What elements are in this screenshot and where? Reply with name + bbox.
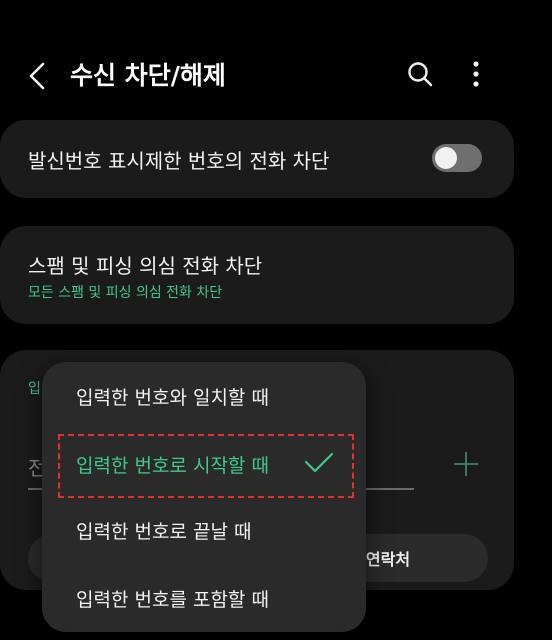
number-entry-label: 입 [28, 381, 41, 397]
switch-knob [435, 147, 457, 169]
more-vertical-icon [473, 61, 479, 87]
search-icon [408, 62, 433, 87]
add-icon[interactable] [450, 448, 482, 480]
page-title: 수신 차단/해제 [70, 61, 226, 90]
hidden-caller-block-switch[interactable] [432, 144, 482, 172]
more-options-button[interactable] [458, 56, 494, 92]
option-ends-with[interactable]: 입력한 번호로 끝날 때 [42, 500, 366, 560]
spam-block-sublabel: 모든 스팸 및 피싱 의심 전화 차단 [28, 285, 223, 301]
search-button[interactable] [402, 56, 438, 92]
selected-option-highlight [58, 434, 354, 498]
spam-block-label: 스팸 및 피싱 의심 전화 차단 [28, 254, 263, 278]
option-exact-match[interactable]: 입력한 번호와 일치할 때 [42, 366, 366, 426]
back-arrow-icon [29, 62, 45, 90]
back-button[interactable] [18, 56, 58, 96]
spam-block-card[interactable]: 스팸 및 피싱 의심 전화 차단 모든 스팸 및 피싱 의심 전화 차단 [0, 226, 514, 324]
hidden-caller-block-label: 발신번호 표시제한 번호의 전화 차단 [28, 149, 330, 173]
option-contains[interactable]: 입력한 번호를 포함할 때 [42, 568, 366, 628]
